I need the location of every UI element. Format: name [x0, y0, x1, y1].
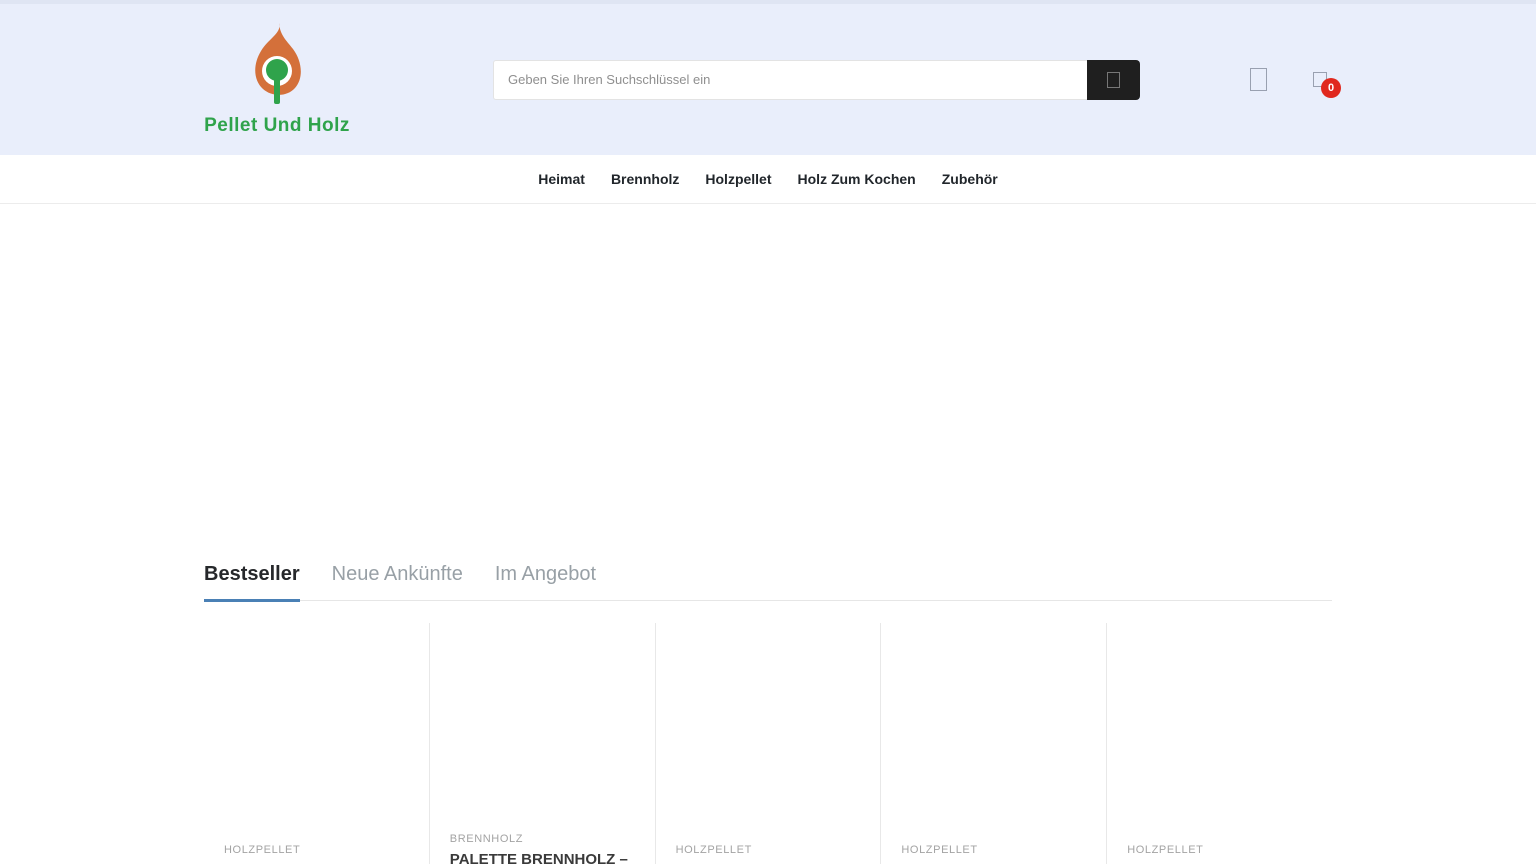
- flame-logo-icon: [249, 23, 305, 109]
- product-card[interactable]: BRENNHOLZ PALETTE BRENNHOLZ – 40 CM – 3: [429, 623, 655, 864]
- main-nav: Heimat Brennholz Holzpellet Holz Zum Koc…: [0, 155, 1536, 204]
- product-image: [224, 623, 409, 836]
- account-icon[interactable]: [1250, 68, 1267, 91]
- site-logo[interactable]: Pellet Und Holz: [204, 23, 350, 137]
- nav-item-holz-zum-kochen[interactable]: Holz Zum Kochen: [785, 171, 929, 187]
- nav-item-brennholz[interactable]: Brennholz: [598, 171, 692, 187]
- search-button[interactable]: [1087, 60, 1140, 100]
- hero-slider-empty: [0, 204, 1536, 541]
- product-grid: HOLZPELLET Holzpellets PAULS Pellets 70 …: [204, 623, 1332, 864]
- logo-text: Pellet Und Holz: [204, 115, 350, 137]
- product-image: [901, 623, 1086, 836]
- cart-count-badge: 0: [1321, 78, 1341, 98]
- nav-item-zubehoer[interactable]: Zubehör: [929, 171, 1011, 187]
- search-form: [493, 60, 1140, 100]
- nav-item-holzpellet[interactable]: Holzpellet: [692, 171, 784, 187]
- tab-neue-ankuenfte[interactable]: Neue Ankünfte: [332, 563, 463, 600]
- cart-button[interactable]: 0: [1313, 72, 1327, 87]
- product-category: HOLZPELLET: [1127, 844, 1312, 856]
- product-image: [1127, 623, 1312, 836]
- product-image: [450, 623, 635, 825]
- tab-bestseller[interactable]: Bestseller: [204, 563, 300, 602]
- product-category: HOLZPELLET: [901, 844, 1086, 856]
- product-tabs: Bestseller Neue Ankünfte Im Angebot: [204, 541, 1332, 601]
- tab-im-angebot[interactable]: Im Angebot: [495, 563, 596, 600]
- product-title[interactable]: PALETTE BRENNHOLZ – 40 CM – 3: [450, 850, 635, 864]
- search-input[interactable]: [493, 60, 1087, 100]
- site-header: Pellet Und Holz 0: [0, 0, 1536, 155]
- product-card[interactable]: HOLZPELLET Holzpellets PAULS Pellets 70: [204, 623, 429, 864]
- product-card[interactable]: HOLZPELLET Holzpellets PAULS Pellets 10: [1106, 623, 1332, 864]
- product-card[interactable]: HOLZPELLET Crépito Holzpellets (Palette …: [655, 623, 881, 864]
- product-category: HOLZPELLET: [224, 844, 409, 856]
- product-image: [676, 623, 861, 836]
- product-card[interactable]: HOLZPELLET Halbpalette Von Holzpellets 1…: [880, 623, 1106, 864]
- product-category: BRENNHOLZ: [450, 833, 635, 845]
- product-category: HOLZPELLET: [676, 844, 861, 856]
- nav-item-heimat[interactable]: Heimat: [525, 171, 598, 187]
- search-icon: [1107, 72, 1120, 88]
